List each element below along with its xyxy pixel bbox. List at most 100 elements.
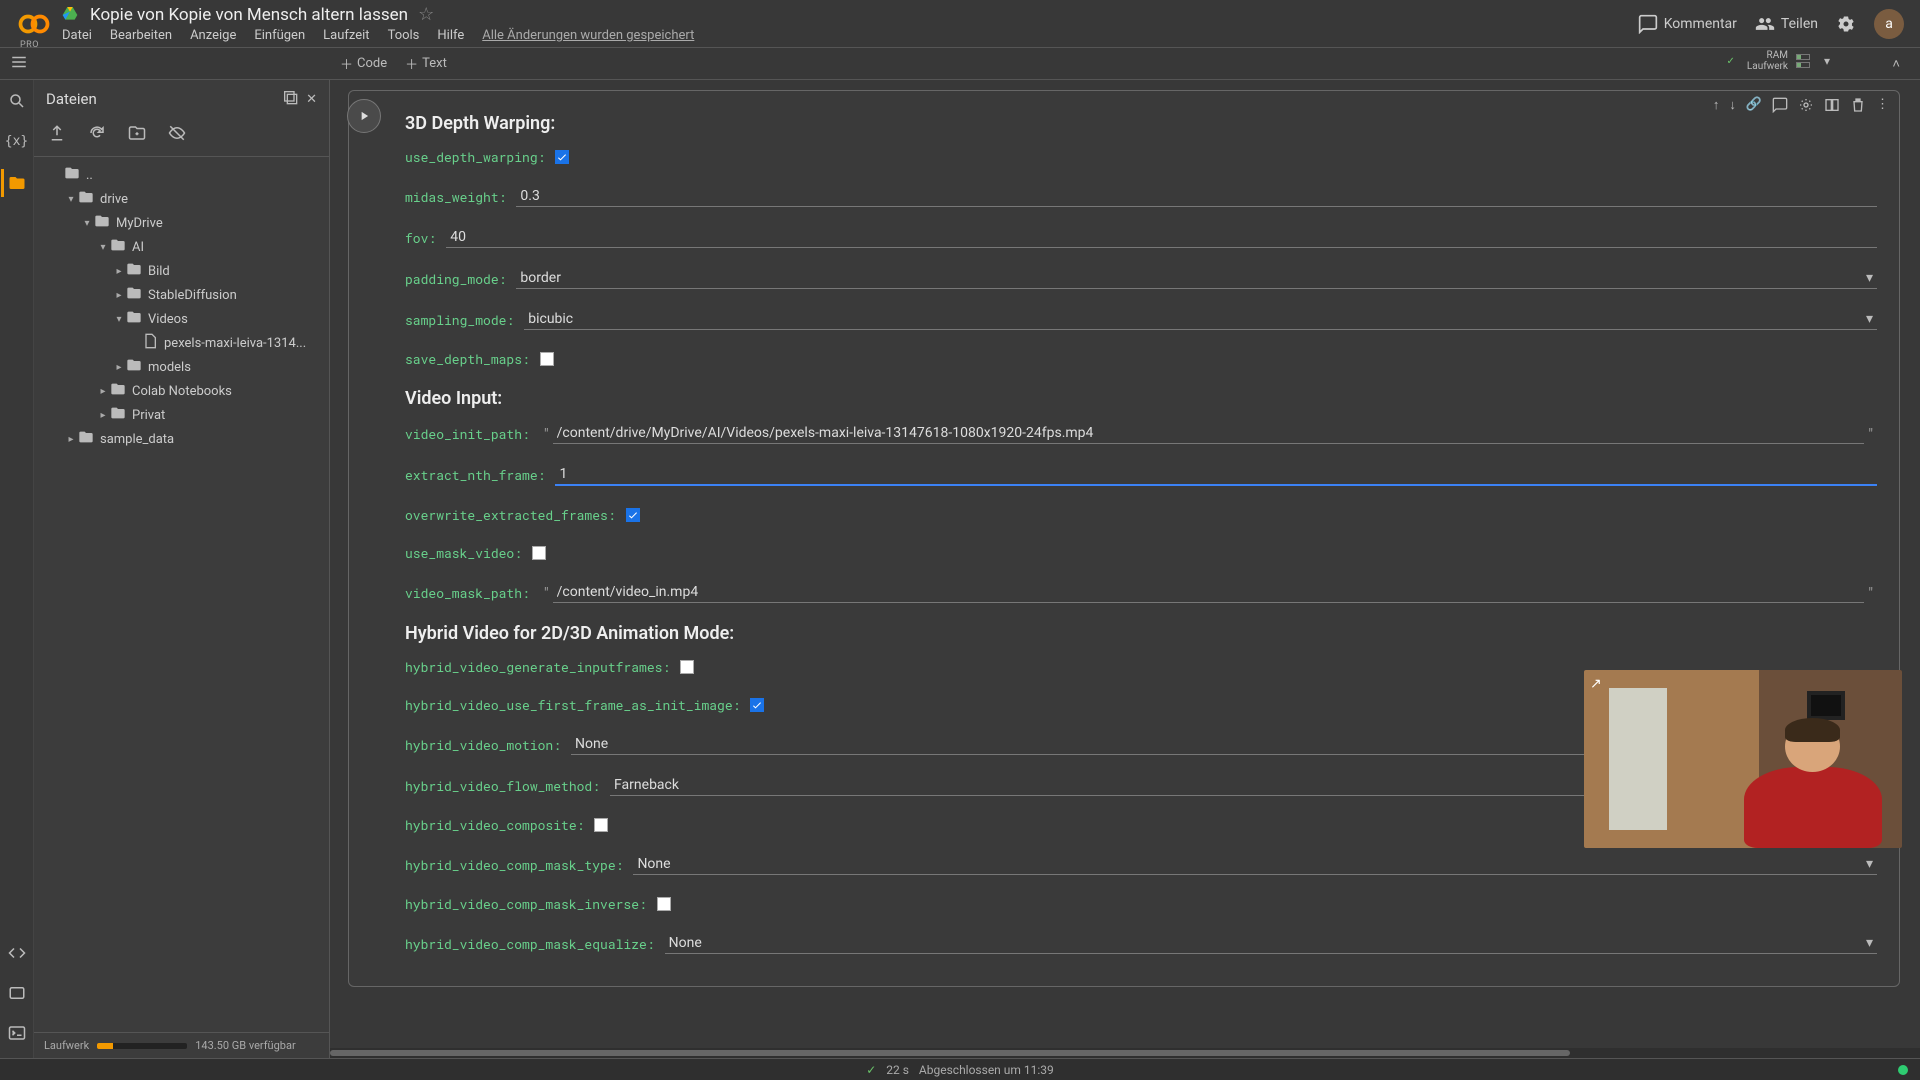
tree-mydrive[interactable]: ▾MyDrive bbox=[34, 211, 329, 235]
search-icon[interactable] bbox=[8, 92, 26, 114]
input-fov[interactable] bbox=[446, 227, 1877, 248]
tree-sample[interactable]: ▸sample_data bbox=[34, 427, 329, 451]
checkbox-hybrid-first-frame-init[interactable] bbox=[750, 698, 764, 712]
tree-videofile[interactable]: pexels-maxi-leiva-1314... bbox=[34, 331, 329, 355]
star-icon[interactable]: ☆ bbox=[418, 4, 434, 25]
move-down-icon[interactable]: ↓ bbox=[1729, 97, 1736, 117]
cell-settings-icon[interactable] bbox=[1798, 97, 1814, 117]
tree-privat[interactable]: ▸Privat bbox=[34, 403, 329, 427]
checkbox-save-depth-maps[interactable] bbox=[540, 352, 554, 366]
settings-button[interactable] bbox=[1836, 14, 1856, 34]
document-title[interactable]: Kopie von Kopie von Mensch altern lassen bbox=[90, 5, 408, 25]
menu-toggle-icon[interactable] bbox=[10, 53, 28, 75]
disk-usage-bar bbox=[97, 1043, 187, 1049]
disk-free: 143.50 GB verfügbar bbox=[195, 1039, 295, 1052]
menu-runtime[interactable]: Laufzeit bbox=[323, 28, 369, 43]
select-padding-mode[interactable]: border▾ bbox=[516, 268, 1877, 289]
cell-comment-icon[interactable] bbox=[1772, 97, 1788, 117]
chevron-down-icon: ▾ bbox=[1866, 856, 1873, 872]
close-sidebar-icon[interactable]: ✕ bbox=[306, 92, 317, 107]
variables-icon[interactable]: {x} bbox=[5, 134, 28, 149]
mount-drive-icon[interactable] bbox=[128, 124, 146, 146]
checkbox-hybrid-gen-inputframes[interactable] bbox=[680, 660, 694, 674]
label-sampling-mode: sampling_mode: bbox=[405, 311, 514, 329]
tree-ai[interactable]: ▾AI bbox=[34, 235, 329, 259]
drive-icon bbox=[62, 5, 78, 25]
label-hybrid-mask-type: hybrid_video_comp_mask_type: bbox=[405, 856, 623, 874]
tree-models[interactable]: ▸models bbox=[34, 355, 329, 379]
label-hybrid-composite: hybrid_video_composite: bbox=[405, 816, 584, 834]
select-hybrid-mask-equalize[interactable]: None▾ bbox=[665, 933, 1877, 954]
toggle-hidden-icon[interactable] bbox=[168, 124, 186, 146]
label-hybrid-gen-inputframes: hybrid_video_generate_inputframes: bbox=[405, 658, 670, 676]
checkbox-hybrid-mask-inverse[interactable] bbox=[657, 897, 671, 911]
avatar[interactable]: a bbox=[1874, 9, 1904, 39]
tree-up[interactable]: .. bbox=[34, 163, 329, 187]
checkbox-overwrite-extracted-frames[interactable] bbox=[626, 508, 640, 522]
tree-stablediff[interactable]: ▸StableDiffusion bbox=[34, 283, 329, 307]
menu-edit[interactable]: Bearbeiten bbox=[110, 28, 172, 43]
tree-videos[interactable]: ▾Videos bbox=[34, 307, 329, 331]
label-video-init-path: video_init_path: bbox=[405, 425, 530, 443]
menu-file[interactable]: Datei bbox=[62, 28, 92, 43]
input-video-init-path[interactable] bbox=[553, 423, 1865, 444]
label-fov: fov: bbox=[405, 229, 436, 247]
label-hybrid-first-frame-init: hybrid_video_use_first_frame_as_init_ima… bbox=[405, 696, 740, 714]
pip-expand-icon[interactable]: ↗ bbox=[1590, 676, 1602, 692]
label-video-mask-path: video_mask_path: bbox=[405, 584, 530, 602]
share-button[interactable]: Teilen bbox=[1755, 14, 1818, 34]
input-extract-nth-frame[interactable] bbox=[555, 464, 1877, 486]
label-overwrite-extracted-frames: overwrite_extracted_frames: bbox=[405, 506, 616, 524]
checkbox-use-depth-warping[interactable] bbox=[555, 150, 569, 164]
tree-bild[interactable]: ▸Bild bbox=[34, 259, 329, 283]
checkbox-hybrid-composite[interactable] bbox=[594, 818, 608, 832]
colab-logo: PRO bbox=[16, 6, 52, 42]
files-tab-icon[interactable] bbox=[1, 169, 29, 197]
label-hybrid-motion: hybrid_video_motion: bbox=[405, 736, 561, 754]
command-palette-icon[interactable] bbox=[8, 984, 26, 1006]
select-hybrid-mask-type[interactable]: None▾ bbox=[633, 854, 1877, 875]
status-done-at: Abgeschlossen um 11:39 bbox=[919, 1063, 1054, 1077]
refresh-icon[interactable] bbox=[88, 124, 106, 146]
checkbox-use-mask-video[interactable] bbox=[532, 546, 546, 560]
webcam-overlay[interactable]: ↗ bbox=[1584, 670, 1902, 848]
collapse-up-icon[interactable]: ˄ bbox=[1892, 56, 1900, 72]
more-icon[interactable]: ⋮ bbox=[1876, 97, 1889, 117]
terminal-icon[interactable] bbox=[8, 1024, 26, 1046]
menu-tools[interactable]: Tools bbox=[388, 28, 420, 43]
section-hybrid-video: Hybrid Video for 2D/3D Animation Mode: bbox=[405, 623, 1877, 644]
save-status[interactable]: Alle Änderungen wurden gespeichert bbox=[482, 28, 694, 43]
dropdown-caret-icon[interactable]: ▾ bbox=[1824, 54, 1830, 68]
menu-insert[interactable]: Einfügen bbox=[254, 28, 305, 43]
gear-icon bbox=[1836, 14, 1856, 34]
input-video-mask-path[interactable] bbox=[553, 582, 1865, 603]
tree-colab[interactable]: ▸Colab Notebooks bbox=[34, 379, 329, 403]
link-icon[interactable]: 🔗 bbox=[1746, 97, 1762, 117]
run-cell-button[interactable] bbox=[347, 99, 381, 133]
ram-bar bbox=[1796, 54, 1810, 60]
tree-drive[interactable]: ▾drive bbox=[34, 187, 329, 211]
plus-icon: ＋ bbox=[405, 54, 418, 73]
status-seconds: 22 s bbox=[886, 1063, 909, 1077]
menu-help[interactable]: Hilfe bbox=[437, 28, 464, 43]
delete-cell-icon[interactable] bbox=[1850, 97, 1866, 117]
label-extract-nth-frame: extract_nth_frame: bbox=[405, 466, 545, 484]
upload-file-icon[interactable] bbox=[48, 124, 66, 146]
select-sampling-mode[interactable]: bicubic▾ bbox=[524, 309, 1877, 330]
add-code-button[interactable]: ＋ Code bbox=[340, 54, 387, 73]
resource-usage[interactable]: ✓ RAM Laufwerk ▾ bbox=[1726, 50, 1830, 72]
add-text-button[interactable]: ＋ Text bbox=[405, 54, 447, 73]
comment-button[interactable]: Kommentar bbox=[1638, 14, 1737, 34]
horizontal-scrollbar[interactable] bbox=[330, 1048, 1920, 1058]
new-window-icon[interactable] bbox=[282, 89, 298, 109]
sidebar-title: Dateien bbox=[46, 90, 97, 108]
mirror-cell-icon[interactable] bbox=[1824, 97, 1840, 117]
input-midas-weight[interactable] bbox=[516, 186, 1877, 207]
move-up-icon[interactable]: ↑ bbox=[1713, 97, 1720, 117]
menu-view[interactable]: Anzeige bbox=[190, 28, 236, 43]
disk-bar bbox=[1796, 62, 1810, 68]
label-hybrid-mask-inverse: hybrid_video_comp_mask_inverse: bbox=[405, 895, 647, 913]
section-video-input: Video Input: bbox=[405, 388, 1877, 409]
code-snippets-icon[interactable] bbox=[8, 944, 26, 966]
comment-icon bbox=[1638, 14, 1658, 34]
